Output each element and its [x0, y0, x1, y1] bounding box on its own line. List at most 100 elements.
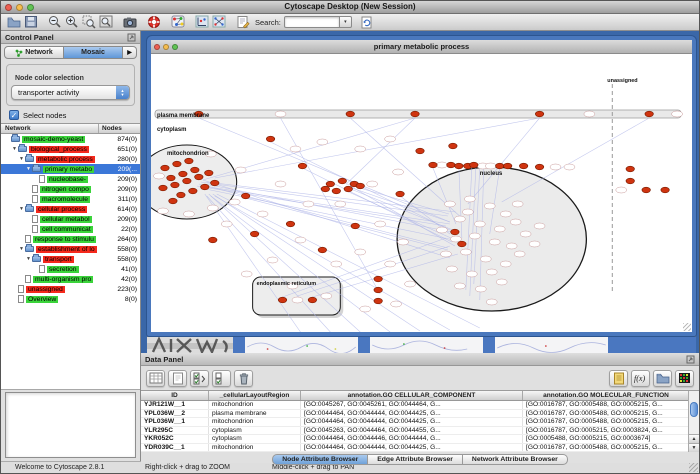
search-dropdown-icon[interactable]: ▾ — [340, 16, 352, 28]
table-scrollbar[interactable]: ▲ ▼ — [688, 391, 699, 452]
tree-row-cell-communicat[interactable]: cell communicat22(0) — [1, 224, 140, 234]
tree-label: mosaic-demo-yeast — [22, 136, 85, 143]
float-panel-icon[interactable] — [686, 355, 695, 364]
tree-row-transport[interactable]: ▼transport558(0) — [1, 254, 140, 264]
expander-icon[interactable]: ▼ — [25, 166, 32, 172]
import-attributes-icon[interactable] — [653, 370, 672, 387]
tab-mosaic[interactable]: Mosaic — [64, 46, 123, 59]
zoom-in-icon[interactable] — [63, 15, 80, 30]
folder-icon — [25, 246, 34, 252]
data-panel-toolbar: f(x) — [141, 366, 699, 390]
attribute-table[interactable]: ID_cellularLayoutRegionannotation.GO CEL… — [141, 390, 699, 452]
delete-attribute-icon[interactable] — [234, 370, 253, 387]
background-window-preview[interactable] — [370, 337, 483, 353]
table-row[interactable]: YLR295Ccytoplasm[GO:0045263, GO:0044464,… — [141, 427, 699, 436]
table-row[interactable]: YDR039C__1mitochondrion[GO:0044464, GO:0… — [141, 444, 699, 453]
background-window-preview[interactable] — [245, 337, 358, 353]
camera-icon[interactable] — [121, 15, 138, 30]
table-row[interactable]: YPL036W__2plasma membrane[GO:0044464, GO… — [141, 410, 699, 419]
tree-row-metabolic-process[interactable]: ▼metabolic process280(0) — [1, 154, 140, 164]
refresh-attributes-icon[interactable] — [359, 15, 376, 30]
tree-row-response-to-stimulu[interactable]: response to stimulu264(0) — [1, 234, 140, 244]
resize-grip-icon[interactable] — [683, 323, 691, 331]
tab-node-attribute-browser[interactable]: Node Attribute Browser — [272, 454, 368, 465]
layout-network-icon[interactable] — [210, 15, 227, 30]
close-window-icon[interactable] — [5, 4, 12, 11]
zoom-out-icon[interactable] — [46, 15, 63, 30]
expander-icon[interactable]: ▼ — [18, 246, 25, 252]
node-count: 209(0) — [117, 176, 137, 183]
search-input[interactable] — [284, 16, 340, 28]
tree-row-biological-process[interactable]: ▼biological_process651(0) — [1, 144, 140, 154]
scroll-down-icon[interactable]: ▼ — [689, 443, 699, 452]
open-icon[interactable] — [5, 15, 22, 30]
column-header-2[interactable]: annotation.GO CELLULAR_COMPONENT — [301, 391, 523, 400]
tab-network-attribute-browser[interactable]: Network Attribute Browser — [463, 454, 568, 465]
control-panel-tabs: Network Mosaic ▶ — [1, 44, 140, 61]
table-row[interactable]: YPL036W__1mitochondrion[GO:0044464, GO:0… — [141, 418, 699, 427]
node-count: 41(0) — [121, 266, 137, 273]
status-hint-pan: Middle-click + drag to PAN — [272, 464, 354, 471]
help-lifering-icon[interactable] — [145, 15, 162, 30]
function-builder-icon[interactable]: f(x) — [631, 370, 650, 387]
zoom-window-icon[interactable] — [27, 4, 34, 11]
table-row[interactable]: YJR121W__1mitochondrion[GO:0045267, GO:0… — [141, 401, 699, 410]
main-toolbar: Search: ▾ — [1, 14, 699, 31]
table-cell: YPL036W__2 — [141, 410, 209, 418]
tree-row-secretion[interactable]: secretion41(0) — [1, 264, 140, 274]
vizmapper-icon[interactable] — [169, 15, 186, 30]
column-header-1[interactable]: _cellularLayoutRegion — [209, 391, 301, 400]
unselect-attributes-icon[interactable] — [212, 370, 231, 387]
select-nodes-checkbox[interactable]: ✓ — [9, 110, 19, 120]
scrollbar-thumb[interactable] — [690, 402, 698, 417]
tab-edge-attribute-browser[interactable]: Edge Attribute Browser — [368, 454, 463, 465]
table-icon[interactable] — [146, 370, 165, 387]
birds-eye-view[interactable] — [5, 392, 136, 458]
expander-icon[interactable]: ▼ — [11, 146, 18, 152]
node-color-dropdown[interactable]: transporter activity ▲▼ — [11, 85, 130, 100]
status-hint-zoom: Right-click + drag to ZOOM — [145, 464, 230, 471]
table-row[interactable]: YKR052Ccytoplasm[GO:0044464, GO:0044446,… — [141, 435, 699, 444]
expander-icon[interactable]: ▼ — [18, 206, 25, 212]
attribute-table-header[interactable]: ID_cellularLayoutRegionannotation.GO CEL… — [141, 391, 699, 401]
zoom-fit-icon[interactable] — [97, 15, 114, 30]
tab-overflow-arrow-icon[interactable]: ▶ — [123, 46, 137, 59]
column-header-0[interactable]: ID — [141, 391, 209, 400]
tab-network[interactable]: Network — [4, 46, 64, 59]
tree-row-primary-metabo[interactable]: ▼primary metabo209(... — [1, 164, 140, 174]
minimize-view-icon[interactable] — [163, 44, 169, 50]
tree-row-macromolecule[interactable]: macromolecule311(0) — [1, 194, 140, 204]
network-canvas[interactable]: plasma membranecytoplasmmitochondrionnuc… — [151, 54, 692, 332]
tree-row-cellular-process[interactable]: ▼cellular process614(0) — [1, 204, 140, 214]
close-view-icon[interactable] — [154, 44, 160, 50]
scroll-up-icon[interactable]: ▲ — [689, 434, 699, 443]
float-panel-icon[interactable] — [127, 33, 136, 42]
network-tab-icon — [15, 49, 23, 57]
tree-row-unassigned[interactable]: unassigned223(0) — [1, 284, 140, 294]
heatmap-icon[interactable] — [675, 370, 694, 387]
annotation-edit-icon[interactable] — [234, 15, 251, 30]
attribute-batch-icon[interactable] — [609, 370, 628, 387]
table-cell: [GO:0016787, GO:0005488, GO:0005215, G..… — [523, 444, 690, 452]
zoom-selected-icon[interactable] — [80, 15, 97, 30]
tree-row-mosaic-demo-yeast[interactable]: mosaic-demo-yeast874(0) — [1, 134, 140, 144]
column-header-3[interactable]: annotation.GO MOLECULAR_FUNCTION — [523, 391, 690, 400]
tree-row-nitrogen-compo[interactable]: nitrogen compo209(0) — [1, 184, 140, 194]
expander-icon[interactable]: ▼ — [25, 256, 32, 262]
file-icon — [32, 185, 38, 193]
new-attribute-icon[interactable] — [168, 370, 187, 387]
background-window-preview[interactable] — [495, 337, 608, 353]
tree-row-nucleobase-[interactable]: nucleobase-209(0) — [1, 174, 140, 184]
expander-icon[interactable]: ▼ — [18, 156, 25, 162]
node-count: 209(... — [118, 166, 137, 173]
tree-row-overview[interactable]: Overview8(0) — [1, 294, 140, 304]
save-icon[interactable] — [22, 15, 39, 30]
tree-row-multi-organism-pro[interactable]: multi-organism pro42(0) — [1, 274, 140, 284]
network-window-titlebar[interactable]: primary metabolic process — [151, 40, 692, 54]
layout-xy-icon[interactable] — [193, 15, 210, 30]
tree-row-cellular-metabol[interactable]: cellular metabol209(0) — [1, 214, 140, 224]
minimize-window-icon[interactable] — [16, 4, 23, 11]
select-attributes-icon[interactable] — [190, 370, 209, 387]
tree-row-establishment-of-lo[interactable]: ▼establishment of lo558(0) — [1, 244, 140, 254]
zoom-view-icon[interactable] — [172, 44, 178, 50]
